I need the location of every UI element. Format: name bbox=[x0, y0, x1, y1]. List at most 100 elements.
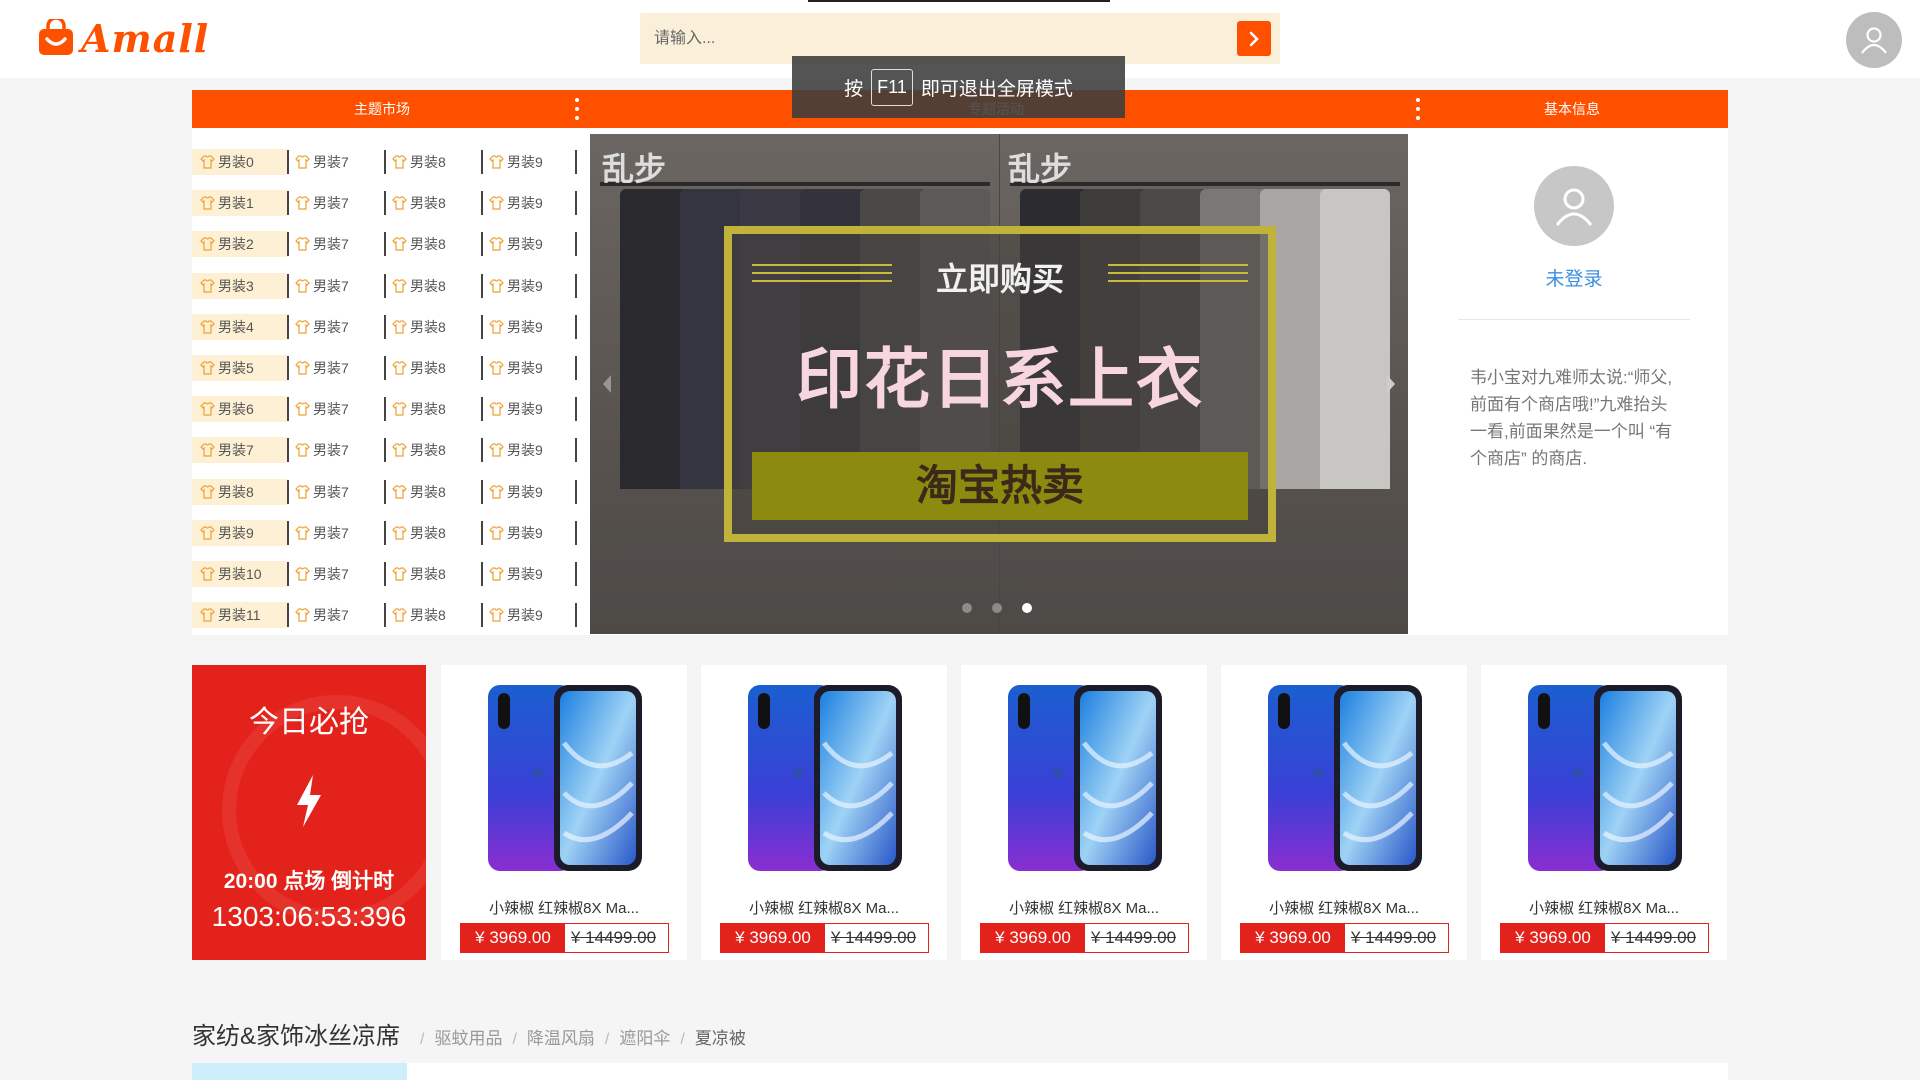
floor-subcategory-link[interactable]: 驱蚊用品 bbox=[434, 1024, 502, 1049]
tshirt-icon bbox=[200, 484, 215, 499]
chevron-left-icon[interactable] bbox=[600, 372, 614, 396]
product-name[interactable]: 小辣椒 红辣椒8X Ma... bbox=[441, 897, 687, 918]
category-link[interactable]: 男装9 bbox=[489, 602, 543, 628]
category-link[interactable]: 男装7 bbox=[295, 190, 349, 216]
category-link[interactable]: 男装11 bbox=[192, 602, 287, 629]
category-link[interactable]: 男装8 bbox=[392, 314, 446, 340]
category-link[interactable]: 男装7 bbox=[192, 437, 287, 464]
product-name[interactable]: 小辣椒 红辣椒8X Ma... bbox=[1481, 897, 1727, 918]
search-button[interactable] bbox=[1237, 21, 1271, 56]
nav-basic-info[interactable]: 基本信息 bbox=[1544, 90, 1600, 128]
category-link[interactable]: 男装7 bbox=[295, 396, 349, 422]
category-link[interactable]: 男装8 bbox=[392, 190, 446, 216]
tshirt-icon bbox=[295, 361, 310, 375]
hero-carousel[interactable]: 乱步 乱步 立即购买 印花日系上衣 淘宝热卖 bbox=[590, 134, 1408, 634]
category-link[interactable]: 男装4 bbox=[192, 313, 287, 340]
tshirt-icon bbox=[489, 567, 504, 581]
category-link[interactable]: 男装9 bbox=[489, 396, 543, 422]
product-name[interactable]: 小辣椒 红辣椒8X Ma... bbox=[961, 897, 1207, 918]
product-name[interactable]: 小辣椒 红辣椒8X Ma... bbox=[701, 897, 947, 918]
category-divider bbox=[481, 438, 483, 463]
category-divider bbox=[287, 150, 289, 174]
tshirt-icon bbox=[295, 567, 310, 581]
product-card[interactable]: 小辣椒 红辣椒8X Ma... ¥ 3969.00 ¥ 14499.00 bbox=[1481, 665, 1727, 960]
site-logo[interactable]: Amall bbox=[37, 16, 209, 61]
category-link[interactable]: 男装9 bbox=[489, 314, 543, 340]
category-divider bbox=[481, 232, 483, 257]
category-link[interactable]: 男装8 bbox=[392, 273, 446, 299]
category-link[interactable]: 男装8 bbox=[392, 231, 446, 257]
category-link[interactable]: 男装7 bbox=[295, 520, 349, 546]
category-link[interactable]: 男装6 bbox=[192, 396, 287, 423]
category-link[interactable]: 男装7 bbox=[295, 231, 349, 257]
category-link[interactable]: 男装9 bbox=[489, 149, 543, 175]
category-link[interactable]: 男装7 bbox=[295, 273, 349, 299]
category-link[interactable]: 男装3 bbox=[192, 272, 287, 299]
category-link[interactable]: 男装7 bbox=[295, 437, 349, 463]
category-link[interactable]: 男装7 bbox=[295, 149, 349, 175]
category-label: 男装9 bbox=[507, 277, 543, 294]
more-vertical-icon[interactable] bbox=[1416, 98, 1420, 120]
floor-subcategory-link[interactable]: 夏凉被 bbox=[695, 1024, 746, 1049]
floor-subcategory-link[interactable]: 遮阳伞 bbox=[619, 1024, 670, 1049]
category-link[interactable]: 男装7 bbox=[295, 355, 349, 381]
floor-subcategory-link[interactable]: 降温风扇 bbox=[527, 1024, 595, 1049]
promo-frame: 立即购买 印花日系上衣 淘宝热卖 bbox=[724, 226, 1276, 542]
price-box: ¥ 3969.00 ¥ 14499.00 bbox=[980, 923, 1189, 953]
category-link[interactable]: 男装8 bbox=[392, 396, 446, 422]
category-link[interactable]: 男装8 bbox=[392, 437, 446, 463]
category-link[interactable]: 男装5 bbox=[192, 354, 287, 381]
account-avatar-button[interactable] bbox=[1846, 12, 1902, 68]
product-price: ¥ 3969.00 bbox=[461, 924, 565, 952]
carousel-dot[interactable] bbox=[992, 603, 1002, 613]
category-link[interactable]: 男装8 bbox=[392, 561, 446, 587]
category-link[interactable]: 男装9 bbox=[489, 561, 543, 587]
category-link[interactable]: 男装9 bbox=[192, 519, 287, 546]
tshirt-icon bbox=[295, 484, 310, 499]
product-card[interactable]: 小辣椒 红辣椒8X Ma... ¥ 3969.00 ¥ 14499.00 bbox=[961, 665, 1207, 960]
floor-title[interactable]: 家纺&家饰冰丝凉席 bbox=[192, 1016, 400, 1051]
product-name[interactable]: 小辣椒 红辣椒8X Ma... bbox=[1221, 897, 1467, 918]
product-card[interactable]: 小辣椒 红辣椒8X Ma... ¥ 3969.00 ¥ 14499.00 bbox=[701, 665, 947, 960]
category-link[interactable]: 男装7 bbox=[295, 602, 349, 628]
category-link[interactable]: 男装8 bbox=[392, 520, 446, 546]
category-link[interactable]: 男装8 bbox=[392, 479, 446, 505]
tshirt-icon bbox=[295, 320, 310, 334]
product-original-price: ¥ 14499.00 bbox=[1091, 928, 1177, 947]
tshirt-icon bbox=[392, 484, 407, 499]
category-link[interactable]: 男装2 bbox=[192, 231, 287, 258]
category-link[interactable]: 男装9 bbox=[489, 190, 543, 216]
category-link[interactable]: 男装9 bbox=[489, 231, 543, 257]
category-link[interactable]: 男装8 bbox=[192, 478, 287, 505]
category-divider bbox=[481, 479, 483, 504]
category-link[interactable]: 男装7 bbox=[295, 561, 349, 587]
category-link[interactable]: 男装7 bbox=[295, 314, 349, 340]
category-link[interactable]: 男装7 bbox=[295, 479, 349, 505]
carousel-dot[interactable] bbox=[962, 603, 972, 613]
category-link[interactable]: 男装9 bbox=[489, 520, 543, 546]
product-card[interactable]: 小辣椒 红辣椒8X Ma... ¥ 3969.00 ¥ 14499.00 bbox=[1221, 665, 1467, 960]
category-divider bbox=[384, 191, 386, 216]
category-link[interactable]: 男装0 bbox=[192, 149, 287, 175]
floor-banner-thumb[interactable] bbox=[192, 1063, 407, 1080]
category-link[interactable]: 男装8 bbox=[392, 149, 446, 175]
login-link[interactable]: 未登录 bbox=[1454, 264, 1694, 291]
category-link[interactable]: 男装8 bbox=[392, 602, 446, 628]
flash-sale-card[interactable]: 今日必抢 20:00 点场 倒计时 1303:06:53:396 bbox=[192, 665, 426, 960]
category-link[interactable]: 男装8 bbox=[392, 355, 446, 381]
category-link[interactable]: 男装9 bbox=[489, 355, 543, 381]
chevron-right-icon[interactable] bbox=[1384, 372, 1398, 396]
category-label: 男装7 bbox=[313, 607, 349, 624]
category-label: 男装8 bbox=[410, 607, 446, 624]
carousel-dot[interactable] bbox=[1022, 603, 1032, 613]
category-link[interactable]: 男装9 bbox=[489, 273, 543, 299]
more-vertical-icon[interactable] bbox=[575, 98, 579, 120]
category-link[interactable]: 男装10 bbox=[192, 560, 287, 587]
shirt-image bbox=[1320, 189, 1390, 489]
category-link[interactable]: 男装9 bbox=[489, 437, 543, 463]
nav-theme-market[interactable]: 主题市场 bbox=[354, 90, 410, 128]
category-link[interactable]: 男装9 bbox=[489, 479, 543, 505]
category-link[interactable]: 男装1 bbox=[192, 190, 287, 217]
product-card[interactable]: 小辣椒 红辣椒8X Ma... ¥ 3969.00 ¥ 14499.00 bbox=[441, 665, 687, 960]
shopping-bag-icon bbox=[39, 19, 73, 55]
